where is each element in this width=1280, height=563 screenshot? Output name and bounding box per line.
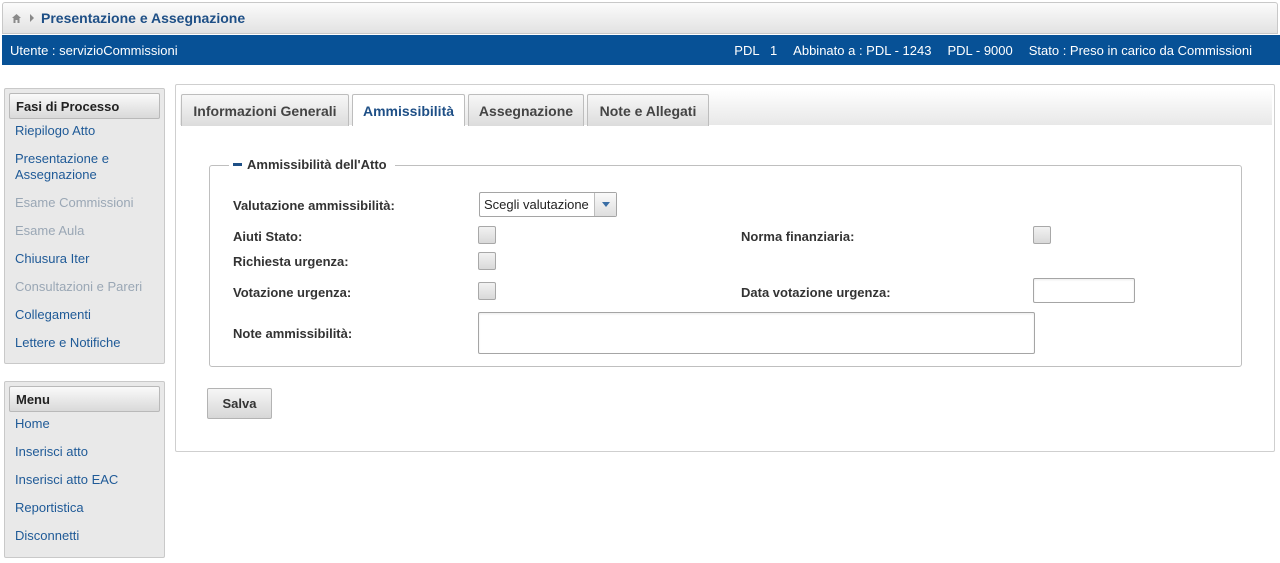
nav-esame-commissioni: Esame Commissioni	[15, 195, 134, 210]
home-icon[interactable]	[11, 13, 22, 24]
nav-esame-aula: Esame Aula	[15, 223, 85, 238]
nav-riepilogo-atto[interactable]: Riepilogo Atto	[9, 123, 160, 139]
page-title: Presentazione e Assegnazione	[41, 10, 246, 26]
save-button[interactable]: Salva	[207, 388, 272, 419]
norma-finanziaria-label: Norma finanziaria:	[741, 229, 855, 244]
tab-strip: Informazioni Generali Ammissibilità Asse…	[180, 89, 1272, 126]
user-label: Utente : servizioCommissioni	[10, 42, 178, 58]
chevron-down-icon	[601, 202, 610, 207]
abbinato-label: Abbinato a : PDL - 1243	[793, 42, 932, 58]
pdl-label: PDL 1	[734, 42, 778, 58]
menu-reportistica[interactable]: Reportistica	[9, 500, 160, 516]
data-votazione-label: Data votazione urgenza:	[741, 285, 891, 300]
valutazione-select[interactable]: Scegli valutazione	[479, 192, 617, 217]
menu-inserisci-atto[interactable]: Inserisci atto	[9, 444, 160, 460]
data-votazione-input[interactable]	[1033, 278, 1135, 303]
dropdown-button[interactable]	[594, 193, 616, 216]
richiesta-urgenza-checkbox[interactable]	[478, 252, 496, 270]
tab-note-allegati[interactable]: Note e Allegati	[587, 94, 709, 126]
nav-consultazioni-pareri: Consultazioni e Pareri	[15, 279, 143, 294]
user-status-bar: Utente : servizioCommissioni PDL 1 Abbin…	[2, 35, 1280, 65]
valutazione-value: Scegli valutazione	[484, 197, 589, 212]
tab-assegnazione[interactable]: Assegnazione	[468, 94, 584, 126]
richiesta-urgenza-label: Richiesta urgenza:	[233, 254, 349, 269]
main-content: Informazioni Generali Ammissibilità Asse…	[175, 84, 1275, 452]
nav-collegamenti[interactable]: Collegamenti	[9, 307, 160, 323]
votazione-urgenza-label: Votazione urgenza:	[233, 285, 352, 300]
menu-inserisci-atto-eac[interactable]: Inserisci atto EAC	[9, 472, 160, 488]
nav-presentazione-assegnazione[interactable]: Presentazione e Assegnazione	[9, 151, 160, 183]
valutazione-label: Valutazione ammissibilità:	[233, 198, 395, 213]
breadcrumb: Presentazione e Assegnazione	[2, 2, 1278, 34]
nav-chiusura-iter[interactable]: Chiusura Iter	[9, 251, 160, 267]
note-ammissibilita-textarea[interactable]	[478, 312, 1035, 354]
pdl-secondary-label: PDL - 9000	[947, 42, 1013, 58]
nav-lettere-notifiche[interactable]: Lettere e Notifiche	[9, 335, 160, 351]
legend-label: Ammissibilità dell'Atto	[247, 157, 387, 172]
menu-disconnetti[interactable]: Disconnetti	[9, 528, 160, 544]
stato-label: Stato : Preso in carico da Commissioni	[1028, 42, 1252, 58]
fieldset-legend[interactable]: Ammissibilità dell'Atto	[229, 157, 395, 172]
votazione-urgenza-checkbox[interactable]	[478, 282, 496, 300]
fasi-processo-panel: Fasi di Processo Riepilogo Atto Presenta…	[4, 88, 165, 364]
menu-home[interactable]: Home	[9, 416, 160, 432]
collapse-icon[interactable]	[233, 163, 242, 166]
aiuti-stato-checkbox[interactable]	[478, 226, 496, 244]
aiuti-stato-label: Aiuti Stato:	[233, 229, 303, 244]
tab-informazioni-generali[interactable]: Informazioni Generali	[181, 94, 349, 126]
norma-finanziaria-checkbox[interactable]	[1033, 226, 1051, 244]
note-ammissibilita-label: Note ammissibilità:	[233, 326, 353, 341]
menu-header: Menu	[9, 386, 160, 412]
chevron-right-icon	[30, 14, 34, 22]
menu-panel: Menu Home Inserisci atto Inserisci atto …	[4, 381, 165, 558]
fasi-processo-header: Fasi di Processo	[9, 93, 160, 119]
tab-ammissibilita[interactable]: Ammissibilità	[352, 94, 465, 126]
